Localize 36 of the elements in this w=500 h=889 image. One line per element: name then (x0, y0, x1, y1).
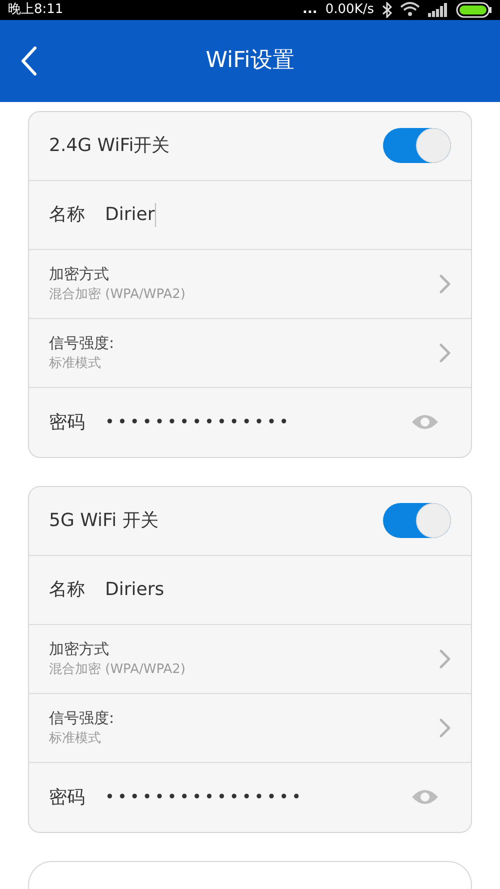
toggle-switch[interactable] (383, 128, 451, 163)
name-label: 名称 (49, 578, 85, 602)
battery-icon (456, 2, 492, 18)
chevron-right-icon (439, 342, 451, 362)
switch-label: 5G WiFi 开关 (49, 509, 158, 533)
signal-icon (428, 2, 448, 17)
name-field[interactable]: Diriers (105, 576, 164, 603)
password-label: 密码 (49, 786, 85, 810)
window-title: WiFi设置 (206, 47, 294, 75)
signal-row[interactable]: 信号强度: 标准模式 (29, 694, 471, 762)
network-speed: 0.00K/s (325, 1, 374, 19)
encryption-value: 混合加密 (WPA/WPA2) (49, 286, 186, 304)
name-label: 名称 (49, 203, 85, 227)
signal-label: 信号强度: (49, 332, 114, 354)
status-time: 晚上8:11 (8, 1, 64, 19)
chevron-right-icon (439, 274, 451, 294)
name-field[interactable]: Dirier (105, 201, 156, 228)
signal-label: 信号强度: (49, 708, 114, 728)
bluetooth-icon (382, 2, 392, 18)
toggle-switch[interactable] (383, 503, 451, 538)
wifi-icon (400, 2, 420, 18)
signal-row[interactable]: 信号强度: 标准模式 (29, 318, 471, 388)
signal-value: 标准模式 (49, 355, 102, 373)
encryption-label: 加密方式 (49, 638, 110, 660)
encryption-value: 混合加密 (WPA/WPA2) (49, 661, 186, 679)
chevron-right-icon (439, 718, 451, 738)
status-more: ... (302, 1, 318, 19)
switch-label: 2.4G WiFi开关 (49, 134, 170, 158)
chevron-right-icon (439, 648, 451, 668)
password-label: 密码 (49, 410, 85, 434)
encryption-row[interactable]: 加密方式 混合加密 (WPA/WPA2) (29, 624, 471, 694)
encryption-row[interactable]: 加密方式 混合加密 (WPA/WPA2) (29, 250, 471, 318)
signal-value: 标准模式 (49, 730, 102, 748)
password-field[interactable]: •••••••••••••••• (105, 785, 391, 809)
password-field[interactable]: ••••••••••••••• (105, 410, 391, 434)
encryption-label: 加密方式 (49, 264, 110, 284)
